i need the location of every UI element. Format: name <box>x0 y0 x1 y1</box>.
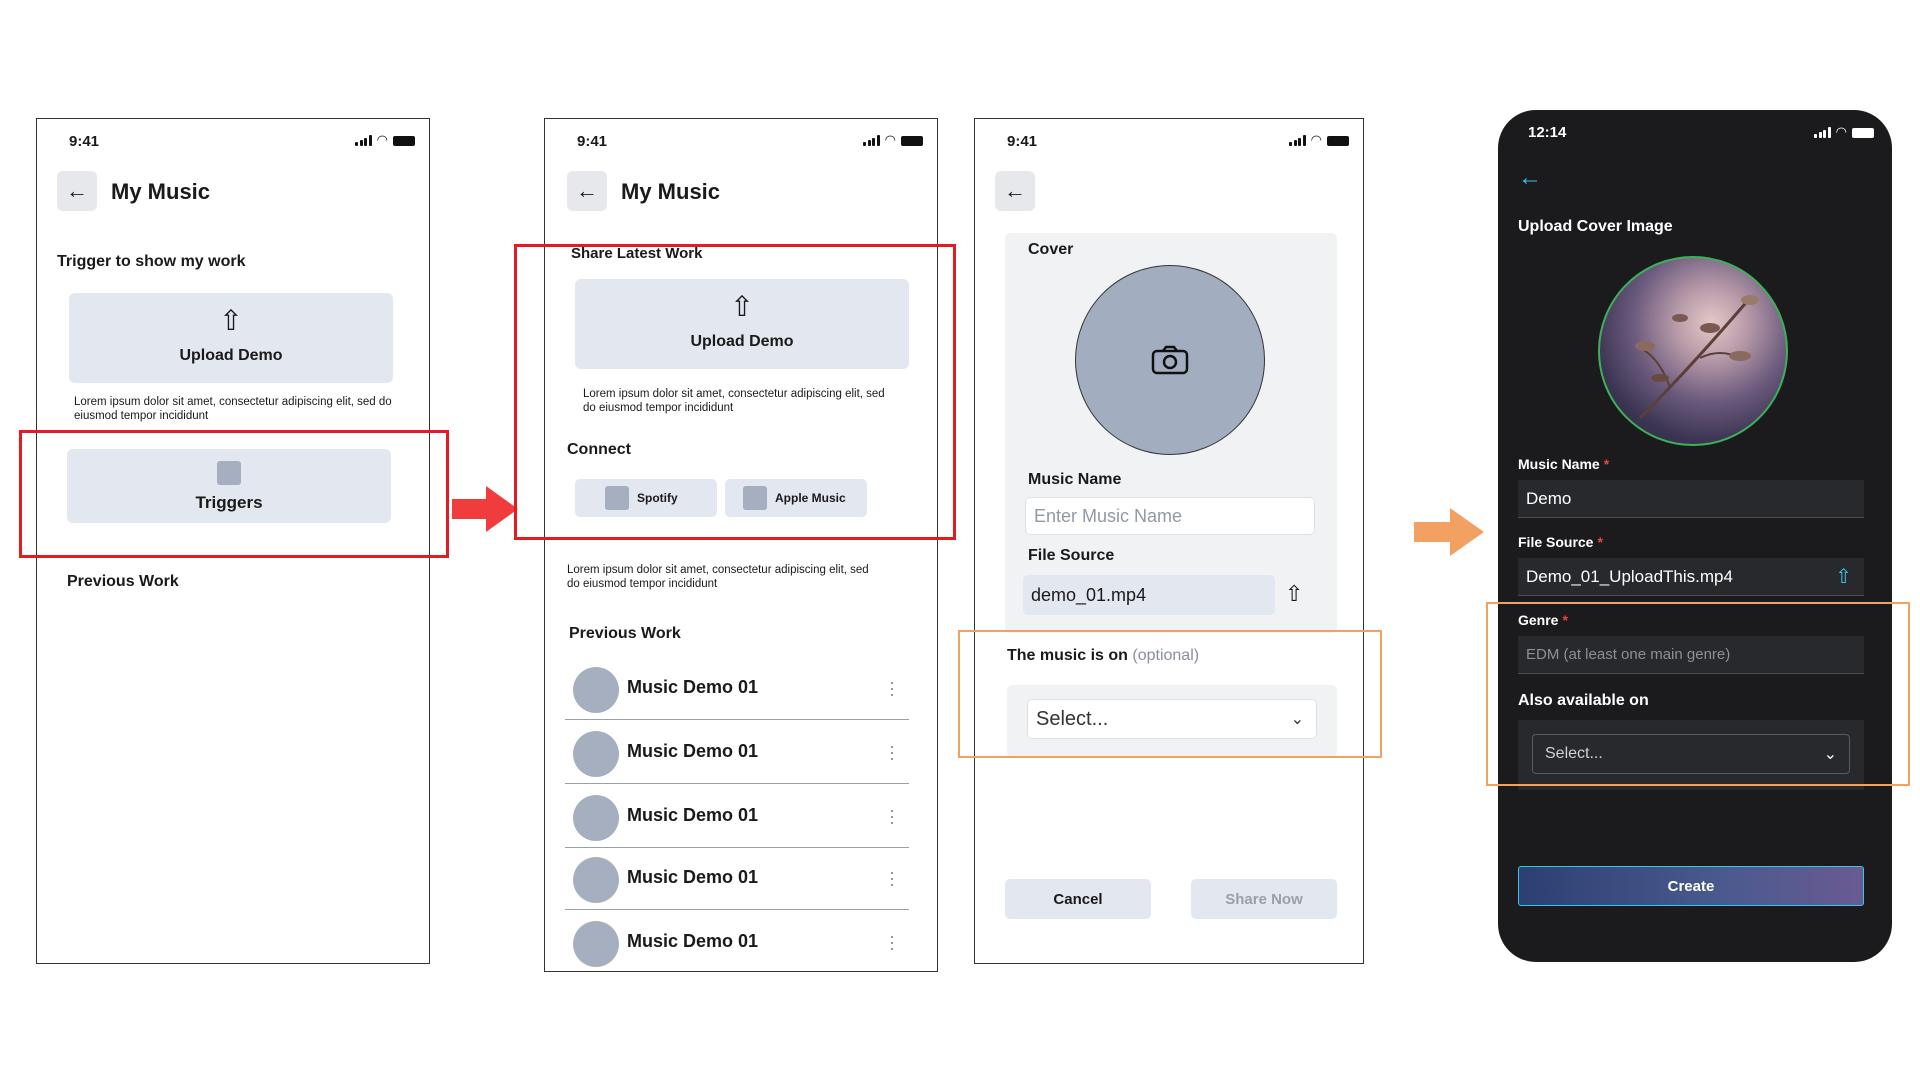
avatar <box>573 857 619 903</box>
cancel-button[interactable]: Cancel <box>1005 879 1151 919</box>
status-icons: ◠ <box>863 132 923 147</box>
music-name-placeholder: Enter Music Name <box>1034 505 1183 526</box>
upload-demo-label: Upload Demo <box>179 347 283 364</box>
previous-work-title: Previous Work <box>67 573 179 590</box>
cover-image[interactable] <box>1598 256 1788 446</box>
list-item[interactable]: Music Demo 01 · · · <box>565 721 909 784</box>
wifi-icon: ◠ <box>1835 124 1847 139</box>
file-source-label-text: File Source <box>1518 534 1594 550</box>
wifi-icon: ◠ <box>376 132 388 147</box>
list-item-title: Music Demo 01 <box>627 931 759 951</box>
list-item[interactable]: Music Demo 01 · · · <box>565 847 909 910</box>
battery-icon <box>1852 128 1874 138</box>
list-item[interactable]: Music Demo 01 · · · <box>565 785 909 848</box>
status-icons: ◠ <box>1814 124 1874 139</box>
required-mark: * <box>1603 456 1610 472</box>
status-bar: 9:41 ◠ <box>975 119 1363 159</box>
status-icons: ◠ <box>355 132 415 147</box>
arrow-left-icon: ← <box>576 178 598 203</box>
file-source-value: Demo_01_UploadThis.mp4 <box>1526 566 1733 586</box>
page-title: My Music <box>621 179 721 204</box>
more-vertical-icon[interactable]: · · · <box>889 927 895 957</box>
battery-icon <box>1327 136 1349 146</box>
more-vertical-icon[interactable]: · · · <box>889 673 895 703</box>
status-time: 9:41 <box>69 133 100 150</box>
arrow-left-icon: ← <box>66 178 88 203</box>
upload-demo-button[interactable]: ⇧ Upload Demo <box>69 293 393 383</box>
battery-icon <box>393 136 415 146</box>
highlight-share-latest-work <box>514 244 956 540</box>
status-icons: ◠ <box>1289 132 1349 147</box>
file-source-field[interactable]: Demo_01_UploadThis.mp4 ⇧ <box>1518 558 1864 596</box>
file-source-label: File Source <box>1028 547 1115 564</box>
status-time: 9:41 <box>577 133 608 150</box>
section-title: Trigger to show my work <box>57 253 246 270</box>
avatar <box>573 921 619 967</box>
upload-icon[interactable]: ⇧ <box>1285 581 1303 607</box>
signal-icon <box>863 134 880 146</box>
list-item-title: Music Demo 01 <box>627 867 759 887</box>
more-vertical-icon[interactable]: · · · <box>889 801 895 831</box>
more-vertical-icon[interactable]: · · · <box>889 737 895 767</box>
highlight-triggers <box>19 430 449 558</box>
list-item-title: Music Demo 01 <box>627 741 759 761</box>
avatar <box>573 667 619 713</box>
back-button[interactable]: ← <box>995 171 1035 211</box>
page-title: My Music <box>111 179 211 204</box>
wifi-icon: ◠ <box>1310 132 1322 147</box>
signal-icon <box>1814 126 1831 138</box>
camera-icon <box>1151 345 1189 375</box>
arrow-right-red-icon <box>452 486 518 532</box>
arrow-right-orange-icon <box>1414 508 1484 556</box>
status-time: 12:14 <box>1528 124 1567 141</box>
list-item-title: Music Demo 01 <box>627 677 759 697</box>
back-button[interactable]: ← <box>567 171 607 211</box>
status-time: 9:41 <box>1007 133 1038 150</box>
previous-work-title: Previous Work <box>569 625 681 642</box>
description-text: Lorem ipsum dolor sit amet, consectetur … <box>74 396 392 422</box>
more-vertical-icon[interactable]: · · · <box>889 863 895 893</box>
file-source-label: File Source * <box>1518 534 1603 550</box>
upload-icon: ⇧ <box>219 305 243 336</box>
highlight-genre-platform <box>1486 602 1910 786</box>
list-item-title: Music Demo 01 <box>627 805 759 825</box>
arrow-left-icon: ← <box>1004 178 1026 203</box>
upload-icon[interactable]: ⇧ <box>1835 564 1852 589</box>
music-name-value: Demo <box>1526 488 1572 508</box>
list-item[interactable]: Music Demo 01 · · · <box>565 657 909 720</box>
upload-cover-title: Upload Cover Image <box>1518 218 1673 235</box>
music-name-label: Music Name * <box>1518 456 1609 472</box>
cover-label: Cover <box>1028 241 1074 258</box>
music-name-input[interactable]: Enter Music Name <box>1025 497 1315 535</box>
music-name-input[interactable]: Demo <box>1518 480 1864 518</box>
avatar <box>573 795 619 841</box>
wifi-icon: ◠ <box>884 132 896 147</box>
file-source-value: demo_01.mp4 <box>1031 584 1147 605</box>
screen-4-phone: 12:14 ◠ ← Upload Cover Image Music Name *… <box>1498 110 1892 962</box>
back-button[interactable]: ← <box>57 171 97 211</box>
create-label: Create <box>1667 877 1715 895</box>
battery-icon <box>901 136 923 146</box>
share-now-button[interactable]: Share Now <box>1191 879 1337 919</box>
music-name-label-text: Music Name <box>1518 456 1600 472</box>
list-item[interactable]: Music Demo 01 · · · <box>565 911 909 971</box>
avatar <box>573 731 619 777</box>
music-name-label: Music Name <box>1028 471 1122 488</box>
create-button[interactable]: Create <box>1518 866 1864 906</box>
signal-icon <box>355 134 372 146</box>
signal-icon <box>1289 134 1306 146</box>
required-mark: * <box>1597 534 1603 550</box>
status-bar: 9:41 ◠ <box>545 119 937 159</box>
cover-image-picker[interactable] <box>1075 265 1265 455</box>
connect-description: Lorem ipsum dolor sit amet, consectetur … <box>567 564 869 590</box>
status-bar: 9:41 ◠ <box>37 119 429 159</box>
back-arrow-icon[interactable]: ← <box>1518 164 1542 192</box>
file-source-field[interactable]: demo_01.mp4 <box>1023 575 1275 615</box>
screen-3-phone: 9:41 ◠ ← Cover Music Name Enter Music Na… <box>974 118 1364 964</box>
highlight-music-platform <box>958 630 1382 758</box>
plant-image <box>1635 295 1759 420</box>
